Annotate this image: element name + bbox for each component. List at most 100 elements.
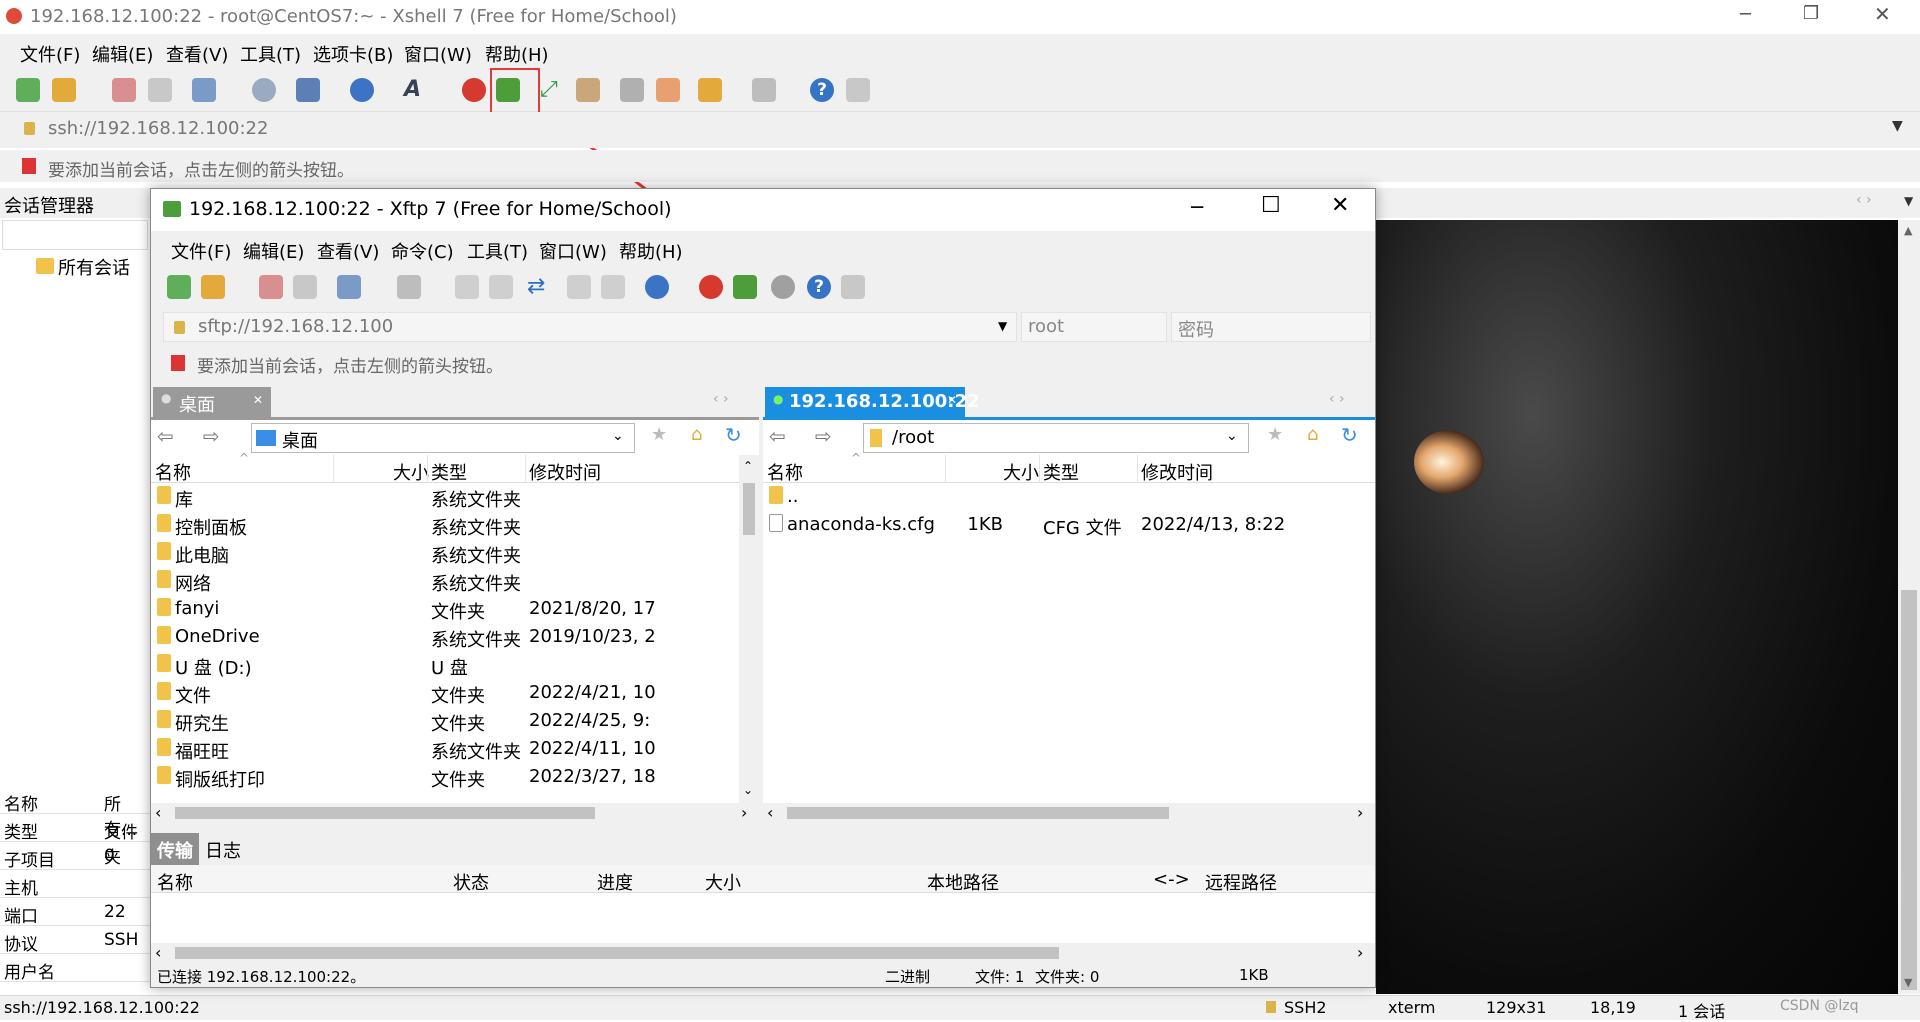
session-search-input[interactable] xyxy=(2,220,148,250)
transfer-col-size[interactable]: 大小 xyxy=(705,869,741,895)
left-path-dropdown-icon[interactable]: ⌄ xyxy=(612,428,624,444)
status-sessions[interactable]: 1 会话 xyxy=(1678,998,1725,1022)
xftp-sync-icon[interactable]: ⇄ xyxy=(527,275,551,299)
file-row[interactable]: OneDrive 系统文件夹 2019/10/23, 2 xyxy=(151,623,739,651)
xftp-address-input[interactable]: sftp://192.168.12.100 ▼ xyxy=(163,312,1017,342)
font-icon[interactable]: A xyxy=(404,78,428,102)
forward-icon[interactable]: ⇨ xyxy=(203,424,220,448)
left-tab-nav-icon[interactable]: ‹ › xyxy=(713,391,729,407)
col-size[interactable]: 大小 xyxy=(393,459,429,485)
transfer-col-remote[interactable]: 远程路径 xyxy=(1205,869,1277,895)
xftp-chat-icon[interactable] xyxy=(841,275,865,299)
transfer-hscroll[interactable]: ‹ › xyxy=(151,943,1375,963)
menu-view[interactable]: 查看(V) xyxy=(166,41,228,67)
xftp-help-icon[interactable]: ? xyxy=(807,275,831,299)
xftp-user-input[interactable]: root xyxy=(1021,312,1167,342)
left-tab[interactable]: ● 桌面 ✕ xyxy=(153,387,271,417)
col-type[interactable]: 类型 xyxy=(1043,459,1079,485)
left-hscroll[interactable]: ‹ › xyxy=(151,803,759,823)
file-row[interactable]: 铜版纸打印 文件夹 2022/3/27, 18 xyxy=(151,763,739,791)
layout-icon[interactable] xyxy=(296,78,320,102)
hscroll-thumb[interactable] xyxy=(787,807,1169,819)
xftp-password-input[interactable]: 密码 xyxy=(1171,312,1371,342)
xftp-open-icon[interactable] xyxy=(201,275,225,299)
xftp-view-icon[interactable] xyxy=(397,275,421,299)
minimize-button[interactable]: ─ xyxy=(1740,4,1751,25)
xftp-new-session-icon[interactable] xyxy=(167,275,191,299)
scroll-down-icon[interactable]: ⌄ xyxy=(743,783,753,797)
globe-icon[interactable] xyxy=(350,78,374,102)
xshell-icon[interactable] xyxy=(462,78,486,102)
highlight-icon[interactable] xyxy=(656,78,680,102)
xftp-delete-icon[interactable] xyxy=(567,275,591,299)
file-row[interactable]: 此电脑 系统文件夹 xyxy=(151,539,739,567)
file-row[interactable]: fanyi 文件夹 2021/8/20, 17 xyxy=(151,595,739,623)
menu-tools[interactable]: 工具(T) xyxy=(240,41,301,67)
find-icon[interactable] xyxy=(252,78,276,102)
address-dropdown-icon[interactable]: ▼ xyxy=(1892,118,1903,134)
xftp-copy-icon[interactable] xyxy=(455,275,479,299)
col-name[interactable]: 名称 xyxy=(767,459,803,485)
xftp-disconnect-icon[interactable] xyxy=(293,275,317,299)
tab-nav-icon[interactable]: ‹ › xyxy=(1856,192,1872,208)
tab-log[interactable]: 日志 xyxy=(205,837,241,863)
left-vscroll[interactable]: ⌃ ⌄ xyxy=(739,455,759,803)
transfer-col-local[interactable]: 本地路径 xyxy=(927,869,999,895)
file-row[interactable]: 控制面板 系统文件夹 xyxy=(151,511,739,539)
scroll-left-icon[interactable]: ‹ xyxy=(155,803,161,822)
transfer-col-progress[interactable]: 进度 xyxy=(597,869,633,895)
terminal-scrollbar[interactable]: ▲ ▼ xyxy=(1898,220,1920,994)
file-row[interactable]: .. xyxy=(763,483,1375,511)
col-size[interactable]: 大小 xyxy=(1003,459,1039,485)
xftp-connect-icon[interactable] xyxy=(259,275,283,299)
right-tab-nav-icon[interactable]: ‹ › xyxy=(1329,391,1345,407)
menu-edit[interactable]: 编辑(E) xyxy=(92,41,153,67)
xftp-xftp-icon[interactable] xyxy=(733,275,757,299)
xftp-menu-tools[interactable]: 工具(T) xyxy=(467,238,528,264)
tree-item-all-sessions[interactable]: 所有会话 xyxy=(58,254,130,280)
xftp-menu-edit[interactable]: 编辑(E) xyxy=(243,238,304,264)
xftp-menu-file[interactable]: 文件(F) xyxy=(171,238,231,264)
col-name[interactable]: 名称 xyxy=(155,459,191,485)
file-row[interactable]: anaconda-ks.cfg 1KB CFG 文件 2022/4/13, 8:22 xyxy=(763,511,1375,539)
scroll-right-icon[interactable]: › xyxy=(741,803,747,822)
back-icon[interactable]: ⇦ xyxy=(157,424,174,448)
file-row[interactable]: 文件 文件夹 2022/4/21, 10 xyxy=(151,679,739,707)
scroll-up-icon[interactable]: ⌃ xyxy=(743,459,753,473)
connect-icon[interactable] xyxy=(112,78,136,102)
xftp-menu-view[interactable]: 查看(V) xyxy=(317,238,379,264)
left-path-input[interactable]: 桌面 ⌄ xyxy=(251,423,635,453)
xftp-rename-icon[interactable] xyxy=(601,275,625,299)
hscroll-thumb[interactable] xyxy=(175,947,1059,959)
file-row[interactable]: 库 系统文件夹 xyxy=(151,483,739,511)
refresh-icon[interactable]: ↻ xyxy=(725,423,742,447)
close-button[interactable]: ✕ xyxy=(1874,2,1891,26)
xshell-address-input[interactable]: ssh://192.168.12.100:22 xyxy=(48,118,268,139)
tab-transfer[interactable]: 传输 xyxy=(151,833,199,865)
file-row[interactable]: 研究生 文件夹 2022/4/25, 9: xyxy=(151,707,739,735)
new-session-icon[interactable] xyxy=(16,78,40,102)
right-path-dropdown-icon[interactable]: ⌄ xyxy=(1226,428,1238,444)
home-icon[interactable]: ⌂ xyxy=(691,424,702,445)
xftp-menu-help[interactable]: 帮助(H) xyxy=(619,238,683,264)
menu-help[interactable]: 帮助(H) xyxy=(485,41,549,67)
xftp-menu-command[interactable]: 命令(C) xyxy=(391,238,454,264)
chat-icon[interactable] xyxy=(846,78,870,102)
refresh-icon[interactable]: ↻ xyxy=(1341,423,1358,447)
right-hscroll[interactable]: ‹ › xyxy=(763,803,1375,823)
menu-file[interactable]: 文件(F) xyxy=(20,41,80,67)
xftp-properties-icon[interactable] xyxy=(337,275,361,299)
disconnect-icon[interactable] xyxy=(148,78,172,102)
xftp-xshell-icon[interactable] xyxy=(699,275,723,299)
tile-icon[interactable] xyxy=(752,78,776,102)
help-icon[interactable]: ? xyxy=(810,78,834,102)
file-row[interactable]: 福旺旺 系统文件夹 2022/4/11, 10 xyxy=(151,735,739,763)
xftp-paste-icon[interactable] xyxy=(489,275,513,299)
tab-menu-icon[interactable]: ▼ xyxy=(1904,194,1913,208)
transfer-col-direction[interactable]: <-> xyxy=(1153,869,1190,890)
forward-icon[interactable]: ⇨ xyxy=(815,424,832,448)
xftp-globe-icon[interactable] xyxy=(645,275,669,299)
right-tab-close-icon[interactable]: ✕ xyxy=(947,393,957,407)
menu-tabs[interactable]: 选项卡(B) xyxy=(313,41,393,67)
favorite-icon[interactable]: ★ xyxy=(651,424,667,445)
